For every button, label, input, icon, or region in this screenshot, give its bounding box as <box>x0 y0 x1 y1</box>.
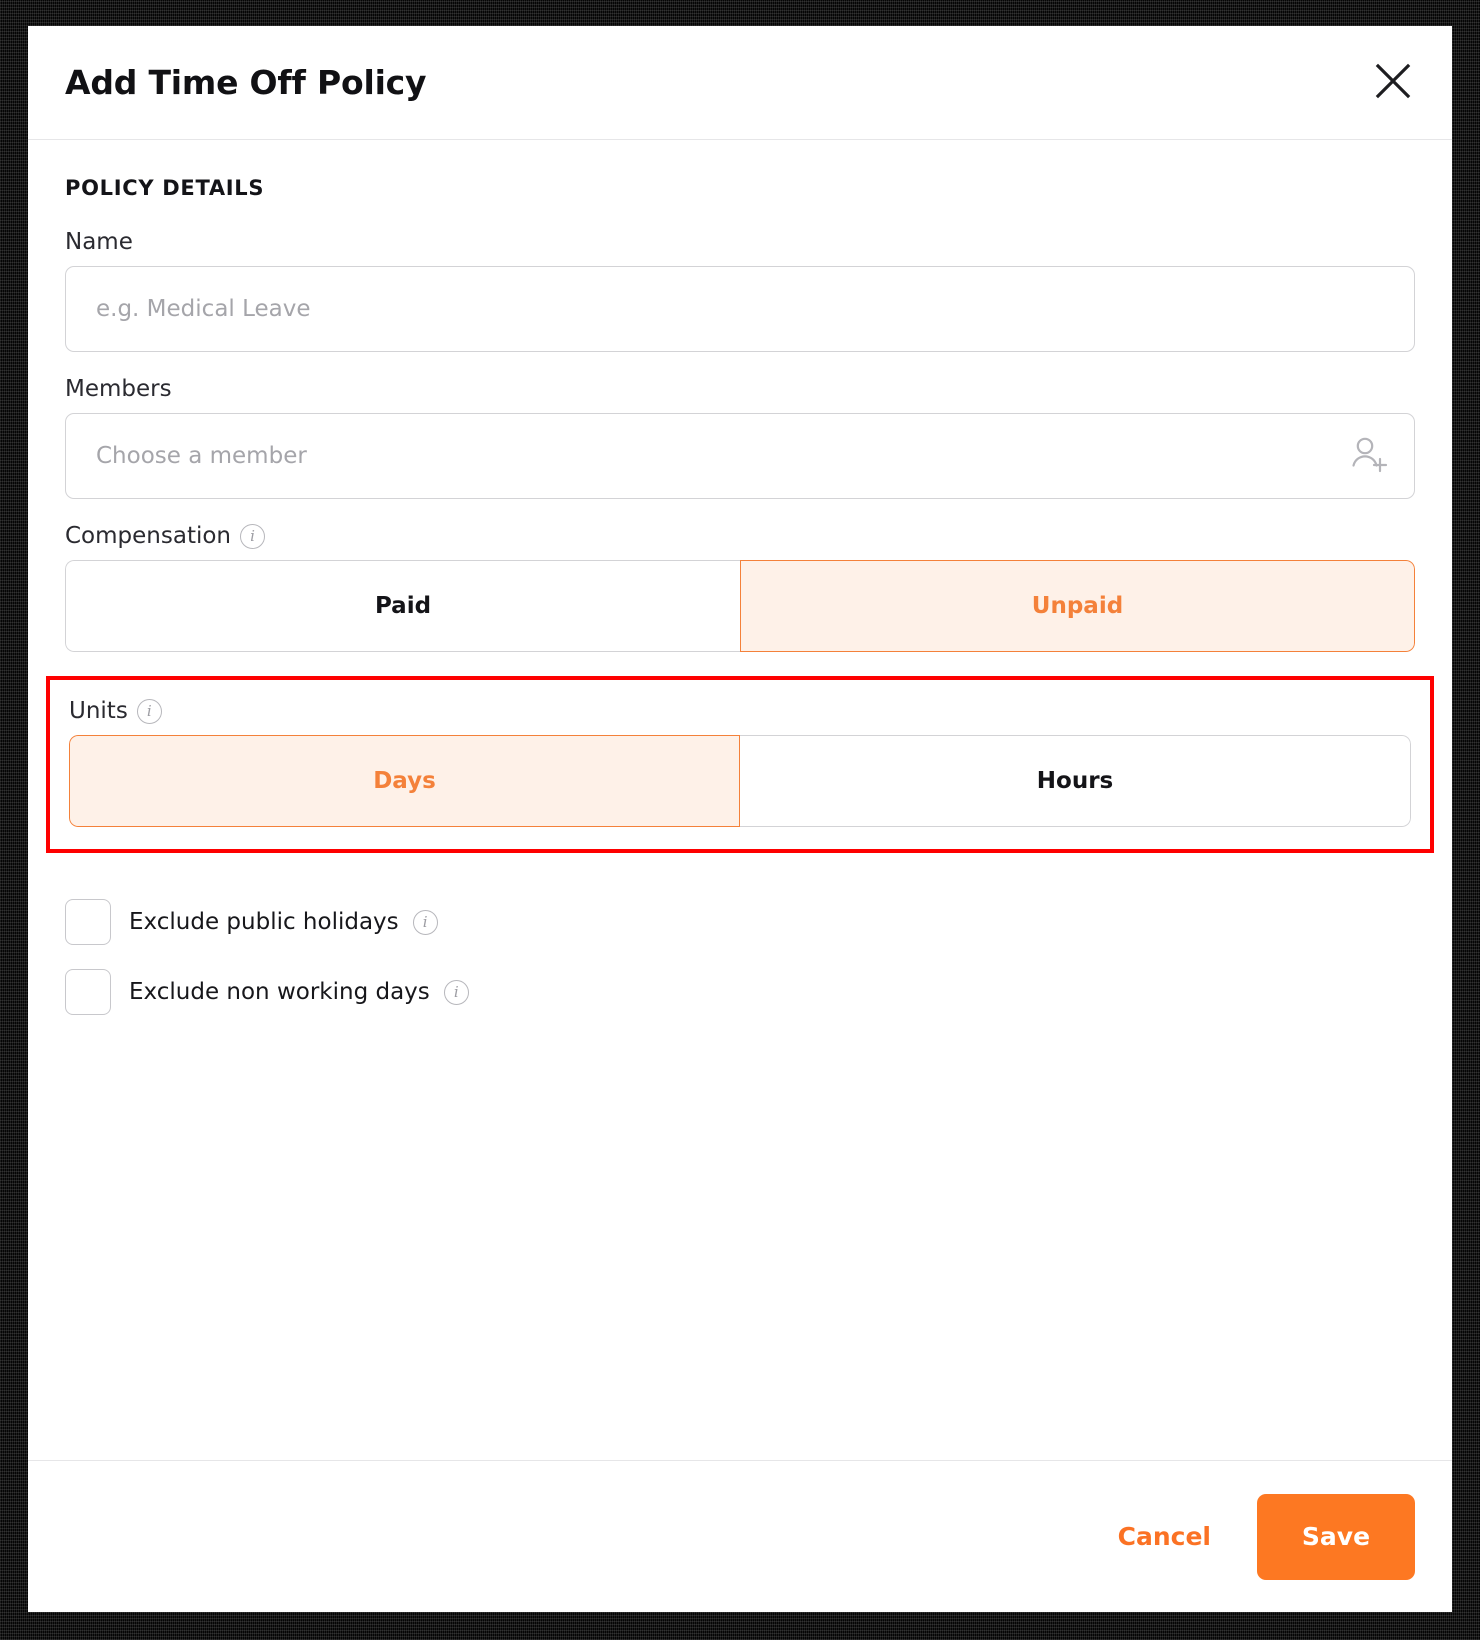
compensation-info-icon[interactable]: i <box>240 523 265 549</box>
screenshot-frame: Add Time Off Policy POLICY DETAILS Name <box>0 0 1480 1640</box>
exclude-non-working-days-row: Exclude non working days i <box>65 969 1415 1015</box>
exclude-non-working-days-checkbox[interactable] <box>65 969 111 1015</box>
exclude-public-holidays-checkbox[interactable] <box>65 899 111 945</box>
compensation-option-unpaid[interactable]: Unpaid <box>740 560 1415 652</box>
name-input-wrap <box>65 266 1415 352</box>
section-heading: POLICY DETAILS <box>65 176 265 200</box>
close-icon <box>1373 61 1413 104</box>
modal-header: Add Time Off Policy <box>28 26 1452 140</box>
name-input[interactable] <box>65 266 1415 352</box>
members-input-wrap <box>65 413 1415 499</box>
compensation-field-block: Compensation i Paid Unpaid <box>65 523 1415 652</box>
members-label: Members <box>65 376 1415 402</box>
units-info-icon[interactable]: i <box>136 698 162 724</box>
name-label-text: Name <box>65 229 133 255</box>
exclude-non-working-days-info-icon[interactable]: i <box>443 979 469 1005</box>
add-time-off-policy-modal: Add Time Off Policy POLICY DETAILS Name <box>28 26 1452 1612</box>
units-label: Units i <box>69 698 1411 724</box>
units-option-hours[interactable]: Hours <box>740 735 1411 827</box>
members-field-block: Members <box>65 376 1415 499</box>
save-button[interactable]: Save <box>1257 1493 1415 1580</box>
compensation-label: Compensation i <box>65 523 1415 549</box>
modal-body: POLICY DETAILS Name Members <box>28 140 1452 1460</box>
page-title: Add Time Off Policy <box>65 63 427 102</box>
units-option-days[interactable]: Days <box>69 735 740 827</box>
members-label-text: Members <box>65 376 172 402</box>
exclude-non-working-days-text: Exclude non working days <box>129 979 430 1005</box>
exclude-public-holidays-label: Exclude public holidays i <box>129 909 438 935</box>
close-button[interactable] <box>1370 60 1416 106</box>
units-label-text: Units <box>69 698 128 724</box>
compensation-segmented-control: Paid Unpaid <box>65 560 1415 652</box>
members-input[interactable] <box>65 413 1415 499</box>
cancel-button[interactable]: Cancel <box>1100 1508 1229 1565</box>
compensation-option-paid[interactable]: Paid <box>65 560 740 652</box>
compensation-label-text: Compensation <box>65 523 231 549</box>
modal-footer: Cancel Save <box>28 1460 1452 1612</box>
units-segmented-control: Days Hours <box>69 735 1411 827</box>
units-field-block-highlighted: Units i Days Hours <box>46 676 1434 853</box>
exclude-public-holidays-info-icon[interactable]: i <box>412 909 438 935</box>
exclude-non-working-days-label: Exclude non working days i <box>129 979 469 1005</box>
exclude-public-holidays-row: Exclude public holidays i <box>65 899 1415 945</box>
name-field-block: Name <box>65 229 1415 352</box>
exclude-public-holidays-text: Exclude public holidays <box>129 909 399 935</box>
exclusion-checkbox-group: Exclude public holidays i Exclude non wo… <box>65 899 1415 1015</box>
name-label: Name <box>65 229 1415 255</box>
